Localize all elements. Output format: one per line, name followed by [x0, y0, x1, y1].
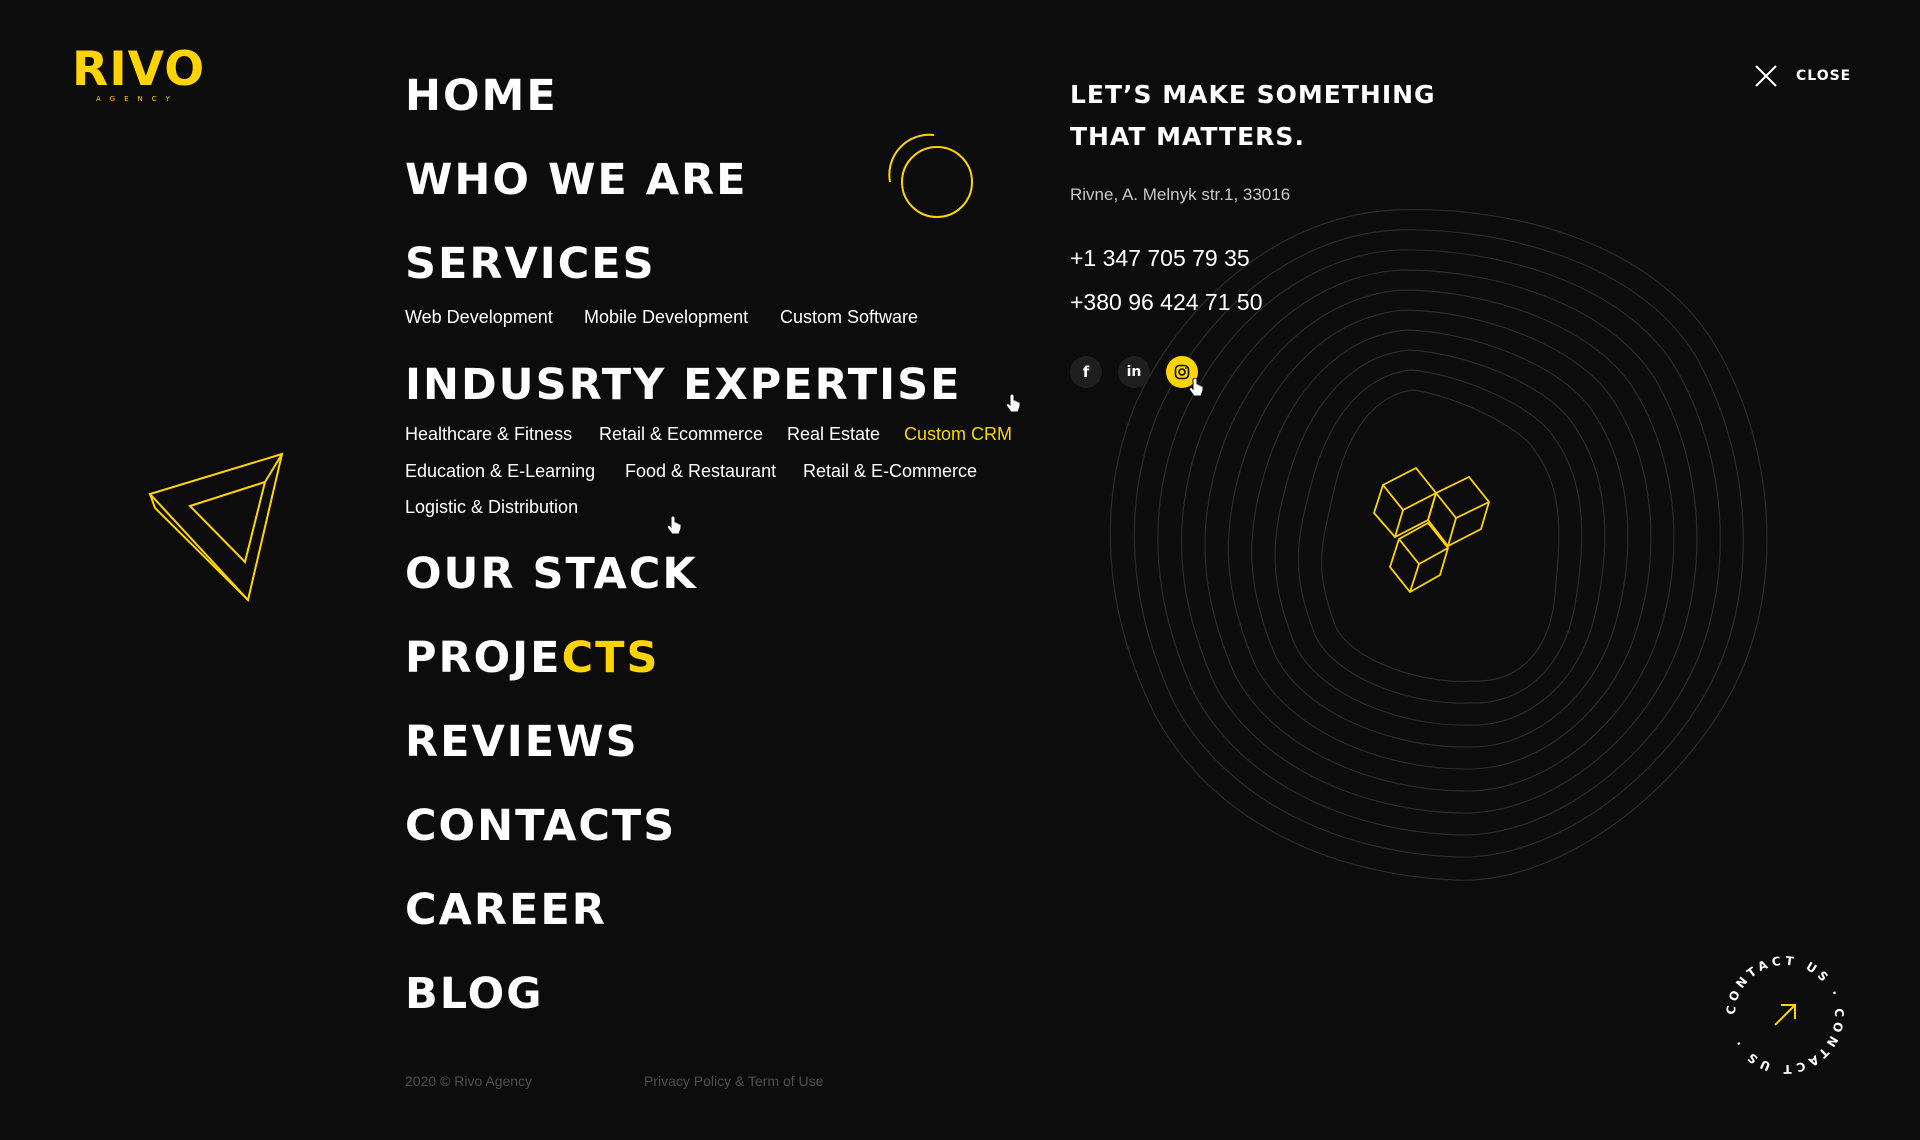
cubes-decoration-icon — [1372, 466, 1490, 594]
nav-projects[interactable]: PROJECTS — [405, 637, 659, 680]
industry-sub-logistic[interactable]: Logistic & Distribution — [405, 498, 578, 516]
nav-industry-expertise[interactable]: INDUSRTY EXPERTISE — [405, 364, 961, 407]
facebook-icon: f — [1082, 362, 1090, 381]
logo-wordmark: RIVO — [72, 42, 206, 97]
industry-sub-custom-crm[interactable]: Custom CRM — [904, 425, 1012, 443]
industry-sub-real-estate[interactable]: Real Estate — [787, 425, 880, 443]
triangle-decoration-icon — [148, 452, 284, 603]
nav-career[interactable]: CAREER — [405, 889, 607, 932]
logo[interactable]: RIVO AGENCY — [72, 46, 205, 103]
footer-privacy-link[interactable]: Privacy Policy & Term of Use — [644, 1073, 823, 1089]
phone-ua[interactable]: +380 96 424 71 50 — [1070, 289, 1263, 316]
industry-sub-food-restaurant[interactable]: Food & Restaurant — [625, 462, 776, 480]
nav-blog[interactable]: BLOG — [405, 973, 544, 1016]
hand-cursor-icon — [1005, 394, 1021, 413]
phone-us[interactable]: +1 347 705 79 35 — [1070, 245, 1250, 272]
services-sub-custom-software[interactable]: Custom Software — [780, 308, 918, 326]
services-sub-web-development[interactable]: Web Development — [405, 308, 553, 326]
headline-line1: LET’S MAKE SOMETHING — [1070, 80, 1436, 109]
industry-sub-retail-ecommerce[interactable]: Retail & Ecommerce — [599, 425, 763, 443]
nav-services[interactable]: SERVICES — [405, 243, 656, 286]
facebook-button[interactable]: f — [1070, 356, 1102, 388]
nav-reviews[interactable]: REVIEWS — [405, 721, 639, 764]
industry-sub-retail-e-commerce[interactable]: Retail & E-Commerce — [803, 462, 977, 480]
industry-sub-education[interactable]: Education & E-Learning — [405, 462, 595, 480]
industry-sub-healthcare[interactable]: Healthcare & Fitness — [405, 425, 572, 443]
contact-us-badge[interactable]: CONTACT US · CONTACT US · — [1715, 945, 1855, 1085]
address: Rivne, A. Melnyk str.1, 33016 — [1070, 185, 1291, 204]
nav-projects-text-a: PROJE — [405, 633, 562, 683]
nav-our-stack[interactable]: OUR STACK — [405, 553, 698, 596]
nav-home[interactable]: HOME — [405, 75, 558, 118]
linkedin-button[interactable]: in — [1118, 356, 1150, 388]
arrow-up-right-icon — [1774, 1004, 1796, 1026]
headline-line2: THAT MATTERS. — [1070, 122, 1305, 151]
headline: LET’S MAKE SOMETHING THAT MATTERS. — [1070, 74, 1436, 158]
services-sub-mobile-development[interactable]: Mobile Development — [584, 308, 748, 326]
footer-copyright: 2020 © Rivo Agency — [405, 1073, 533, 1089]
hand-cursor-icon — [666, 516, 682, 535]
close-icon — [1755, 65, 1777, 87]
linkedin-icon: in — [1126, 364, 1142, 380]
nav-contacts[interactable]: CONTACTS — [405, 805, 676, 848]
nav-projects-text-b: CTS — [561, 633, 660, 683]
close-label: CLOSE — [1796, 68, 1852, 84]
nav-who-we-are[interactable]: WHO WE ARE — [405, 159, 747, 202]
hand-cursor-icon — [1188, 378, 1204, 397]
circle-decoration-icon — [888, 133, 973, 218]
close-button[interactable]: CLOSE — [1754, 64, 1851, 88]
